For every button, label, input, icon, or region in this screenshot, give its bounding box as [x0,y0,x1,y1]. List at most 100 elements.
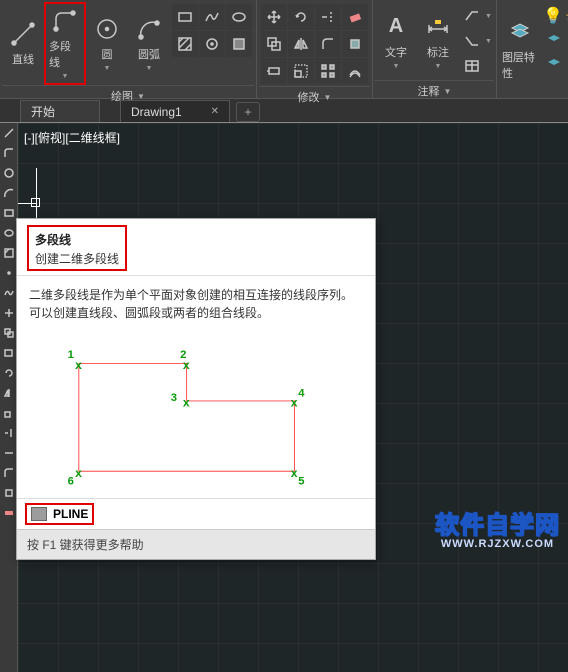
svg-text:4: 4 [298,387,305,399]
tool-point[interactable] [0,263,17,283]
move-button[interactable] [261,4,287,30]
circle-button[interactable]: 圆 ▼ [86,2,128,85]
trim-button[interactable] [315,4,341,30]
tool-erase[interactable] [0,503,17,523]
close-icon[interactable]: ✕ [211,106,219,117]
leader-button[interactable] [461,6,483,26]
tool-explode[interactable] [0,483,17,503]
chevron-down-icon: ▼ [62,73,69,80]
svg-text:5: 5 [298,475,304,487]
region-button[interactable] [226,31,252,57]
chevron-down-icon: ▼ [444,87,452,96]
tool-stretch[interactable] [0,343,17,363]
ribbon-group-modify: 修改▼ [257,0,373,98]
rect-button[interactable] [172,4,198,30]
erase-button[interactable] [342,4,368,30]
mirror-button[interactable] [288,31,314,57]
stretch-button[interactable] [261,58,287,84]
tool-pline[interactable] [0,143,17,163]
tool-trim[interactable] [0,423,17,443]
point-button[interactable] [199,31,225,57]
tool-line[interactable] [0,123,17,143]
viewport-label: [-][俯视][二维线框] [24,129,120,146]
svg-text:x: x [75,466,82,480]
watermark-line1: 软件自学网 [435,505,560,540]
watermark-line2: WWW.RJZXW.COM [435,538,560,550]
tool-circle[interactable] [0,163,17,183]
svg-text:x: x [291,396,298,410]
tool-rect[interactable] [0,203,17,223]
tab-start[interactable]: 开始 [20,100,100,122]
layer-freeze-button[interactable] [543,54,565,74]
chevron-down-icon: ▼ [393,63,400,70]
tooltip-body: 二维多段线是作为单个平面对象创建的相互连接的线段序列。可以创建直线段、圆弧段或两… [17,276,375,332]
tool-arc[interactable] [0,183,17,203]
spline-button[interactable] [199,4,225,30]
polyline-button[interactable]: 多段线 ▼ [44,2,86,85]
svg-text:x: x [183,358,190,372]
chevron-down-icon[interactable]: ▼ [485,38,492,45]
text-button[interactable]: A 文字 ▼ [375,2,417,80]
ribbon-group-layer: 图层特性 💡 ☀ 🔒 [497,0,568,98]
tool-ellipse[interactable] [0,223,17,243]
tooltip-polyline: 多段线 创建二维多段线 二维多段线是作为单个平面对象创建的相互连接的线段序列。可… [16,218,376,560]
ellipse-button[interactable] [226,4,252,30]
svg-text:1: 1 [68,349,74,361]
chevron-down-icon: ▼ [435,63,442,70]
modify-group-label: 修改 [298,89,320,105]
new-tab-button[interactable]: + [236,102,260,122]
command-name: PLINE [53,507,88,521]
tool-mirror[interactable] [0,383,17,403]
ribbon: 直线 多段线 ▼ 圆 ▼ 圆弧 ▼ [0,0,568,99]
array-button[interactable] [315,58,341,84]
tool-spline[interactable] [0,283,17,303]
polyline-label: 多段线 [49,38,81,70]
chevron-down-icon[interactable]: ▼ [485,13,492,20]
layer-toggle-row[interactable]: 💡 ☀ 🔒 [543,4,568,28]
chevron-down-icon: ▼ [146,65,153,72]
layer-properties-button[interactable]: 图层特性 [499,2,541,96]
tab-drawing1[interactable]: Drawing1✕ [120,100,230,122]
arc-button[interactable]: 圆弧 ▼ [128,2,170,85]
chevron-down-icon: ▼ [324,93,332,102]
tool-rotate[interactable] [0,363,17,383]
tooltip-subtitle: 创建二维多段线 [35,250,119,267]
tool-hatch[interactable] [0,243,17,263]
line-label: 直线 [12,51,34,67]
offset-button[interactable] [342,58,368,84]
dimension-button[interactable]: 标注 ▼ [417,2,459,80]
crosshair-pickbox [31,198,40,207]
tool-fillet[interactable] [0,463,17,483]
svg-text:6: 6 [68,475,74,487]
tool-extend[interactable] [0,443,17,463]
annotate-group-label: 注释 [418,83,440,99]
arc-label: 圆弧 [138,46,160,62]
table-button[interactable] [461,56,483,76]
fillet-button[interactable] [315,31,341,57]
ribbon-group-annotate: A 文字 ▼ 标注 ▼ ▼ ▼ 注释 ▼ [373,0,497,98]
layer-label: 图层特性 [502,49,538,81]
svg-text:x: x [183,396,190,410]
circle-label: 圆 [102,46,113,62]
line-button[interactable]: 直线 [2,2,44,85]
scale-button[interactable] [288,58,314,84]
copy-button[interactable] [261,31,287,57]
tooltip-title: 多段线 [35,231,119,248]
chevron-down-icon: ▼ [104,65,111,72]
svg-text:x: x [75,358,82,372]
explode-button[interactable] [342,31,368,57]
rotate-button[interactable] [288,4,314,30]
hatch-button[interactable] [172,31,198,57]
tooltip-f1-hint: 按 F1 键获得更多帮助 [17,529,375,559]
text-label: 文字 [385,44,407,60]
ribbon-group-draw: 直线 多段线 ▼ 圆 ▼ 圆弧 ▼ [0,0,257,98]
svg-text:x: x [291,466,298,480]
draw-small-tools [170,2,254,85]
leader2-button[interactable] [461,31,483,51]
tool-copy[interactable] [0,323,17,343]
tool-move[interactable] [0,303,17,323]
layer-iso-button[interactable] [543,30,565,50]
tool-scale[interactable] [0,403,17,423]
dimension-label: 标注 [427,44,449,60]
bulb-icon: 💡 [543,6,563,26]
